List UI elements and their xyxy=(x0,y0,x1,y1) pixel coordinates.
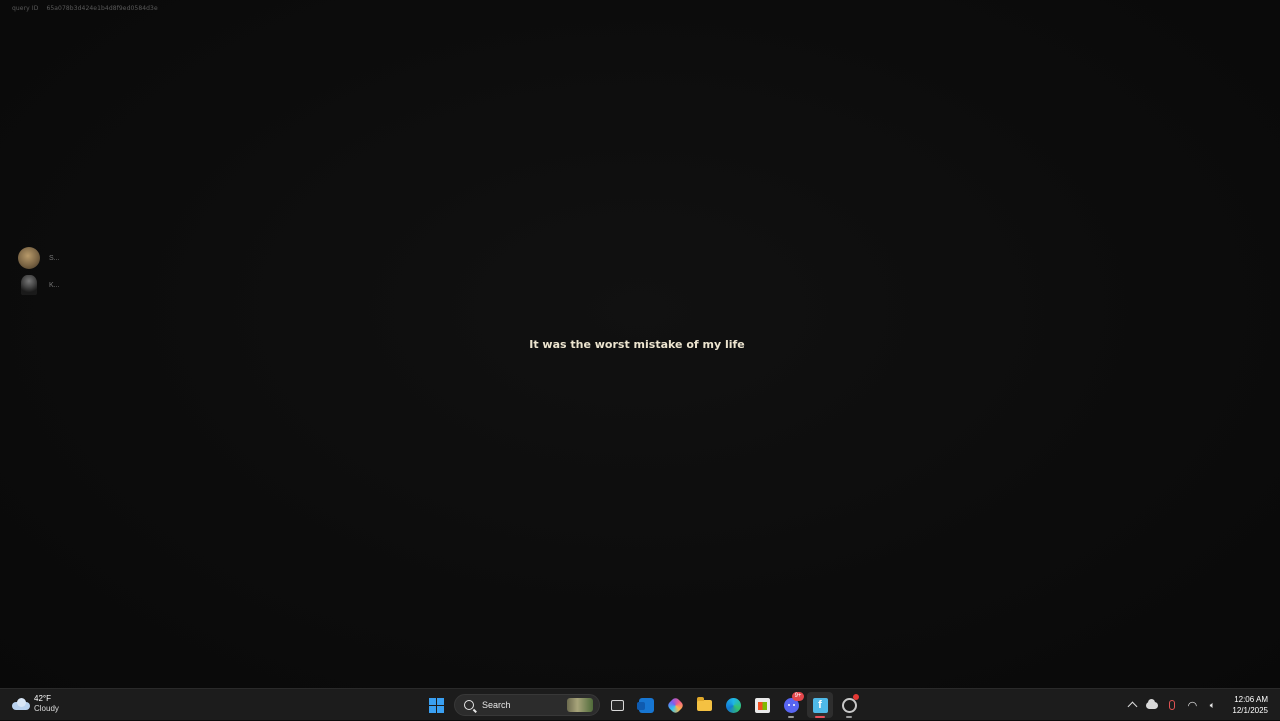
edge-button[interactable] xyxy=(720,692,746,718)
participant-name: K... xyxy=(49,281,60,289)
participant-item[interactable]: K... xyxy=(18,274,60,296)
microphone-icon xyxy=(1169,700,1176,710)
copilot-button[interactable] xyxy=(662,692,688,718)
search-highlight-image xyxy=(567,698,593,712)
avatar xyxy=(18,247,40,269)
debug-value: 65a078b3d424e1b4d8f9ed0584d3e xyxy=(46,5,158,12)
task-view-button[interactable] xyxy=(604,692,630,718)
weather-widget[interactable]: 42°F Cloudy xyxy=(12,694,59,714)
folder-icon xyxy=(696,696,712,711)
file-explorer-button[interactable] xyxy=(691,692,717,718)
weather-condition: Cloudy xyxy=(34,704,59,713)
copilot-icon xyxy=(665,695,685,715)
store-button[interactable] xyxy=(749,692,775,718)
participant-list: S... K... xyxy=(18,247,60,301)
avatar xyxy=(21,275,37,295)
wifi-button[interactable]: ◠ xyxy=(1182,695,1202,715)
running-indicator xyxy=(846,716,852,718)
chevron-up-icon xyxy=(1127,701,1138,712)
edge-icon xyxy=(725,697,741,713)
show-hidden-icons-button[interactable] xyxy=(1122,695,1142,715)
active-indicator xyxy=(815,716,825,718)
debug-overlay: query ID 65a078b3d424e1b4d8f9ed0584d3e xyxy=(12,5,164,12)
wifi-icon: ◠ xyxy=(1187,699,1198,712)
system-tray: ◠ 🔈︎ 12:06 AM 12/1/2025 xyxy=(1122,689,1280,721)
outlook-icon xyxy=(636,697,654,713)
app-f-icon: f xyxy=(812,697,828,713)
subtitle-caption: It was the worst mistake of my life xyxy=(529,338,745,351)
running-indicator xyxy=(788,716,794,718)
onedrive-icon xyxy=(1146,698,1159,709)
weather-temperature: 42°F xyxy=(34,694,51,703)
cloud-icon xyxy=(12,698,30,710)
app-f-button[interactable]: f xyxy=(807,692,833,718)
notification-badge: 9+ xyxy=(792,692,804,701)
notification-dot xyxy=(853,694,859,700)
microphone-button[interactable] xyxy=(1162,695,1182,715)
clock-date: 12/1/2025 xyxy=(1232,706,1268,715)
store-icon xyxy=(754,697,770,713)
windows-icon xyxy=(428,697,444,713)
task-view-icon xyxy=(610,699,624,711)
discord-button[interactable]: 9+ xyxy=(778,692,804,718)
participant-name: S... xyxy=(49,254,60,262)
volume-button[interactable]: 🔈︎ xyxy=(1202,695,1222,715)
outlook-button[interactable] xyxy=(633,692,659,718)
search-placeholder: Search xyxy=(482,700,511,710)
participant-item[interactable]: S... xyxy=(18,247,60,269)
taskbar-apps: Search 9+ f xyxy=(423,692,865,718)
speaker-icon: 🔈︎ xyxy=(1209,699,1216,710)
onedrive-button[interactable] xyxy=(1142,695,1162,715)
debug-label: query ID xyxy=(12,5,39,12)
search-icon xyxy=(464,700,474,710)
fullscreen-video-stage[interactable]: query ID 65a078b3d424e1b4d8f9ed0584d3e S… xyxy=(0,0,1280,688)
start-button[interactable] xyxy=(423,692,449,718)
circle-app-button[interactable] xyxy=(836,692,862,718)
clock[interactable]: 12:06 AM 12/1/2025 xyxy=(1232,694,1268,716)
clock-time: 12:06 AM xyxy=(1234,695,1268,704)
search-input[interactable]: Search xyxy=(454,694,600,716)
taskbar: 42°F Cloudy Search 9+ f ◠ 🔈︎ 12:06 AM 12… xyxy=(0,688,1280,720)
